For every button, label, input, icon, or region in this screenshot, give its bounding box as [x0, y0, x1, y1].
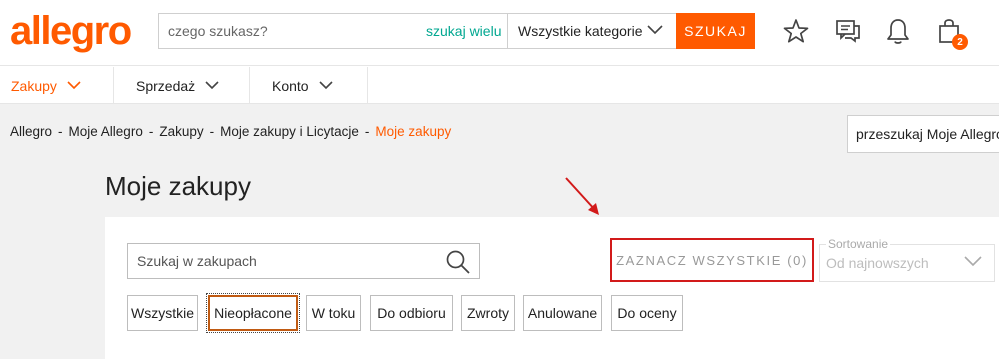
nav-item-label: Sprzedaż [136, 77, 196, 94]
purchases-search-input[interactable]: Szukaj w zakupach [127, 243, 480, 279]
nav-item-zakupy[interactable]: Zakupy [0, 67, 114, 104]
nav-item-label: Zakupy [11, 77, 57, 94]
search-icon[interactable] [445, 249, 471, 275]
sort-label: Sortowanie [826, 237, 891, 251]
breadcrumb-link[interactable]: Zakupy [159, 124, 203, 139]
breadcrumb-link[interactable]: Allegro [10, 124, 52, 139]
nav-item-sprzedaz[interactable]: Sprzedaż [114, 67, 250, 104]
category-select[interactable]: Wszystkie kategorie [507, 14, 677, 48]
breadcrumb-link[interactable]: Moje zakupy i Licytacje [220, 124, 359, 139]
breadcrumb-current: Moje zakupy [375, 124, 452, 139]
breadcrumb-separator: - [148, 124, 154, 139]
sort-select[interactable]: Sortowanie Od najnowszych [819, 237, 995, 282]
search-button[interactable]: SZUKAJ [676, 13, 755, 49]
main-content: Allegro - Moje Allegro - Zakupy - Moje zakupy … [0, 104, 999, 359]
chevron-down-icon [67, 81, 81, 90]
sort-value: Od najnowszych [826, 255, 929, 271]
select-all-button[interactable]: ZAZNACZ WSZYSTKIE (0) [610, 238, 814, 282]
filter-do-odbioru[interactable]: Do odbioru [370, 295, 453, 331]
breadcrumb-link[interactable]: Moje Allegro [69, 124, 143, 139]
star-icon[interactable] [782, 16, 810, 46]
category-select-value: Wszystkie kategorie [518, 23, 643, 39]
annotation-arrow-icon [565, 177, 599, 215]
filter-nieoplacone[interactable]: Nieopłacone [206, 293, 300, 333]
allegro-logo[interactable]: allegro [10, 9, 132, 54]
nav-item-konto[interactable]: Konto [250, 67, 368, 104]
search-many-link[interactable]: szukaj wielu [426, 14, 501, 48]
chat-icon[interactable] [834, 16, 862, 46]
filter-wszystkie[interactable]: Wszystkie [127, 295, 198, 331]
page-title: Moje zakupy [105, 171, 251, 201]
bell-icon[interactable] [884, 16, 912, 46]
my-allegro-search-input[interactable]: przeszukaj Moje Allegro [847, 115, 999, 153]
main-search-bar: szukaj wielu Wszystkie kategorie SZUKAJ [158, 13, 755, 49]
chevron-down-icon [319, 81, 333, 90]
purchases-panel: Szukaj w zakupach ZAZNACZ WSZYSTKIE (0) … [105, 217, 999, 359]
filter-zwroty[interactable]: Zwroty [461, 295, 515, 331]
top-header: allegro szukaj wielu Wszystkie kategorie… [0, 0, 999, 66]
filter-do-oceny[interactable]: Do oceny [611, 295, 683, 331]
filter-anulowane[interactable]: Anulowane [523, 295, 602, 331]
main-nav: Zakupy Sprzedaż Konto [0, 67, 999, 104]
breadcrumb: Allegro - Moje Allegro - Zakupy - Moje zakupy … [10, 124, 451, 139]
cart-count-badge: 2 [952, 34, 968, 50]
filter-w-toku[interactable]: W toku [306, 295, 361, 331]
chevron-down-icon [205, 81, 219, 90]
nav-item-label: Konto [272, 77, 309, 94]
breadcrumb-separator: - [364, 124, 370, 139]
purchases-search-placeholder: Szukaj w zakupach [137, 253, 257, 269]
chevron-down-icon [964, 256, 982, 267]
breadcrumb-separator: - [209, 124, 215, 139]
breadcrumb-separator: - [58, 124, 63, 139]
chevron-down-icon [647, 25, 663, 35]
